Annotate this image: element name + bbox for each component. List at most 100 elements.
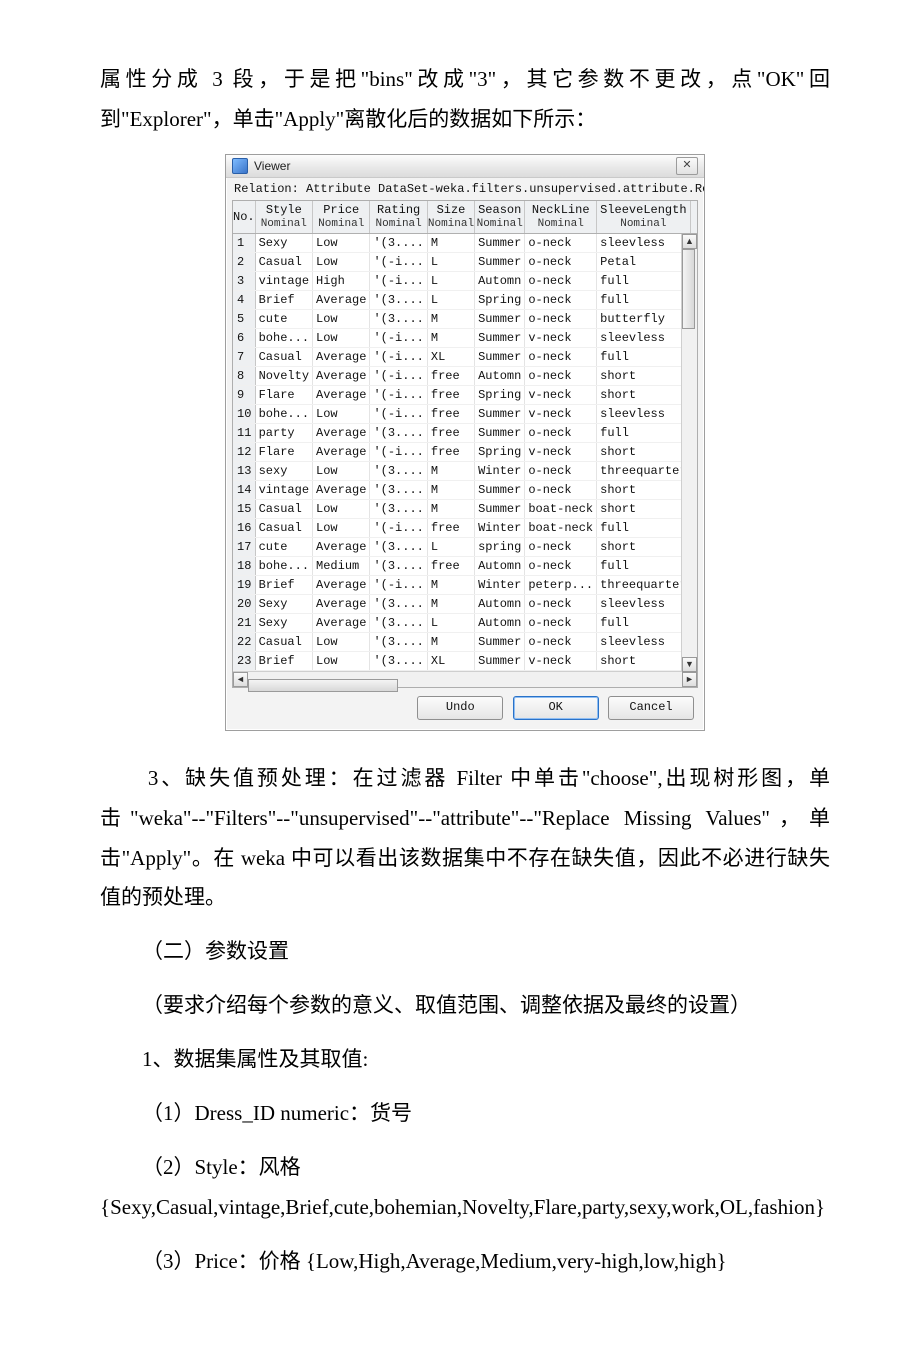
- cell[interactable]: Flare: [255, 385, 312, 404]
- vertical-scrollbar[interactable]: ▲ ▼: [681, 234, 697, 672]
- cell[interactable]: Casual: [255, 347, 312, 366]
- cell[interactable]: Medium: [313, 556, 370, 575]
- cancel-button[interactable]: Cancel: [608, 696, 694, 720]
- ok-button[interactable]: OK: [513, 696, 599, 720]
- cell[interactable]: '(3....: [370, 309, 427, 328]
- cell[interactable]: o-neck: [525, 309, 597, 328]
- column-header[interactable]: SleeveLengthNominal: [597, 201, 690, 234]
- cell[interactable]: short: [597, 499, 690, 518]
- undo-button[interactable]: Undo: [417, 696, 503, 720]
- cell[interactable]: o-neck: [525, 252, 597, 271]
- cell[interactable]: v-neck: [525, 651, 597, 670]
- cell[interactable]: o-neck: [525, 290, 597, 309]
- cell[interactable]: Average: [313, 366, 370, 385]
- cell[interactable]: Low: [313, 309, 370, 328]
- cell[interactable]: Average: [313, 385, 370, 404]
- cell[interactable]: Automn: [475, 271, 525, 290]
- cell[interactable]: full: [597, 423, 690, 442]
- cell[interactable]: cute: [255, 537, 312, 556]
- cell[interactable]: short: [597, 385, 690, 404]
- cell[interactable]: Average: [313, 442, 370, 461]
- table-row[interactable]: 11partyAverage'(3....freeSummero-neckful…: [233, 423, 697, 442]
- cell[interactable]: '(-i...: [370, 575, 427, 594]
- cell[interactable]: Casual: [255, 499, 312, 518]
- horizontal-scroll-thumb[interactable]: [248, 679, 398, 692]
- cell[interactable]: short: [597, 537, 690, 556]
- cell[interactable]: full: [597, 613, 690, 632]
- cell[interactable]: '(3....: [370, 499, 427, 518]
- cell[interactable]: Casual: [255, 632, 312, 651]
- cell[interactable]: Sexy: [255, 613, 312, 632]
- cell[interactable]: Summer: [475, 480, 525, 499]
- cell[interactable]: sleevless: [597, 404, 690, 423]
- cell[interactable]: Average: [313, 423, 370, 442]
- table-row[interactable]: 9FlareAverage'(-i...freeSpringv-neckshor…: [233, 385, 697, 404]
- cell[interactable]: Summer: [475, 423, 525, 442]
- cell[interactable]: Automn: [475, 556, 525, 575]
- cell[interactable]: Low: [313, 518, 370, 537]
- cell[interactable]: o-neck: [525, 613, 597, 632]
- cell[interactable]: Low: [313, 461, 370, 480]
- cell[interactable]: Petal: [597, 252, 690, 271]
- cell[interactable]: M: [427, 499, 474, 518]
- cell[interactable]: o-neck: [525, 347, 597, 366]
- table-row[interactable]: 21SexyAverage'(3....LAutomno-neckfullnul…: [233, 613, 697, 632]
- cell[interactable]: v-neck: [525, 385, 597, 404]
- column-header[interactable]: NeckLineNominal: [525, 201, 597, 234]
- column-header[interactable]: waisNom: [690, 201, 697, 234]
- cell[interactable]: Average: [313, 290, 370, 309]
- cell[interactable]: Brief: [255, 651, 312, 670]
- cell[interactable]: Sexy: [255, 594, 312, 613]
- column-header[interactable]: No.: [233, 201, 255, 234]
- cell[interactable]: XL: [427, 347, 474, 366]
- cell[interactable]: '(3....: [370, 632, 427, 651]
- cell[interactable]: Summer: [475, 233, 525, 252]
- cell[interactable]: '(-i...: [370, 347, 427, 366]
- cell[interactable]: Summer: [475, 252, 525, 271]
- column-header[interactable]: StyleNominal: [255, 201, 312, 234]
- cell[interactable]: full: [597, 347, 690, 366]
- cell[interactable]: '(3....: [370, 423, 427, 442]
- cell[interactable]: free: [427, 556, 474, 575]
- cell[interactable]: Low: [313, 632, 370, 651]
- cell[interactable]: full: [597, 290, 690, 309]
- cell[interactable]: '(3....: [370, 651, 427, 670]
- cell[interactable]: short: [597, 480, 690, 499]
- cell[interactable]: o-neck: [525, 233, 597, 252]
- cell[interactable]: Average: [313, 613, 370, 632]
- cell[interactable]: short: [597, 442, 690, 461]
- cell[interactable]: Average: [313, 347, 370, 366]
- cell[interactable]: Brief: [255, 290, 312, 309]
- cell[interactable]: M: [427, 480, 474, 499]
- cell[interactable]: L: [427, 252, 474, 271]
- cell[interactable]: Summer: [475, 328, 525, 347]
- cell[interactable]: Casual: [255, 252, 312, 271]
- cell[interactable]: full: [597, 518, 690, 537]
- cell[interactable]: Average: [313, 575, 370, 594]
- cell[interactable]: Casual: [255, 518, 312, 537]
- scroll-down-icon[interactable]: ▼: [682, 657, 697, 672]
- cell[interactable]: butterfly: [597, 309, 690, 328]
- cell[interactable]: short: [597, 651, 690, 670]
- cell[interactable]: o-neck: [525, 271, 597, 290]
- cell[interactable]: bohe...: [255, 328, 312, 347]
- cell[interactable]: v-neck: [525, 442, 597, 461]
- cell[interactable]: Automn: [475, 594, 525, 613]
- column-header[interactable]: PriceNominal: [313, 201, 370, 234]
- table-row[interactable]: 4BriefAverage'(3....LSpringo-neckfullnat…: [233, 290, 697, 309]
- cell[interactable]: L: [427, 537, 474, 556]
- cell[interactable]: M: [427, 594, 474, 613]
- cell[interactable]: sleevless: [597, 632, 690, 651]
- horizontal-scrollbar[interactable]: ◄ ►: [233, 671, 697, 687]
- cell[interactable]: Summer: [475, 347, 525, 366]
- cell[interactable]: Low: [313, 252, 370, 271]
- cell[interactable]: Flare: [255, 442, 312, 461]
- cell[interactable]: L: [427, 271, 474, 290]
- cell[interactable]: bohe...: [255, 556, 312, 575]
- table-row[interactable]: 2CasualLow'(-i...LSummero-neckPetalnatur: [233, 252, 697, 271]
- cell[interactable]: free: [427, 442, 474, 461]
- cell[interactable]: M: [427, 309, 474, 328]
- table-row[interactable]: 15CasualLow'(3....MSummerboat-neckshortn…: [233, 499, 697, 518]
- table-row[interactable]: 1SexyLow'(3....MSummero-necksleevlessemp…: [233, 233, 697, 252]
- cell[interactable]: v-neck: [525, 328, 597, 347]
